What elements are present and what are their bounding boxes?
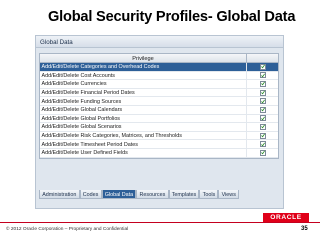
privilege-label: Add/Edit/Delete Financial Period Dates: [40, 88, 247, 97]
privileges-table: Privilege Add/Edit/Delete Categories and…: [39, 53, 279, 159]
checkmark-icon: [260, 99, 265, 103]
checkbox-column-header: [247, 54, 278, 62]
oracle-logo: ORACLE: [263, 213, 309, 222]
tab-codes[interactable]: Codes: [79, 190, 102, 199]
checkbox-cell: [247, 123, 278, 131]
privilege-checkbox[interactable]: [259, 123, 266, 130]
checkbox-cell: [247, 97, 278, 105]
table-row[interactable]: Add/Edit/Delete Risk Categories, Matrice…: [40, 131, 278, 141]
privilege-checkbox[interactable]: [259, 89, 266, 96]
checkbox-cell: [247, 149, 278, 157]
privilege-label: Add/Edit/Delete Risk Categories, Matrice…: [40, 131, 247, 140]
table-row[interactable]: Add/Edit/Delete Global Calendars: [40, 105, 278, 115]
global-data-panel: Global Data Privilege Add/Edit/Delete Ca…: [35, 35, 284, 209]
checkbox-cell: [247, 89, 278, 97]
privilege-label: Add/Edit/Delete Currencies: [40, 80, 247, 88]
tab-views[interactable]: Views: [218, 190, 240, 199]
privilege-label: Add/Edit/Delete Cost Accounts: [40, 71, 247, 80]
privilege-checkbox[interactable]: [259, 149, 266, 156]
checkbox-cell: [247, 63, 278, 71]
privilege-label: Add/Edit/Delete Global Scenarios: [40, 123, 247, 131]
table-row[interactable]: Add/Edit/Delete Funding Sources: [40, 97, 278, 106]
checkmark-icon: [260, 116, 265, 121]
footer-divider: [0, 222, 320, 223]
table-row[interactable]: Add/Edit/Delete Global Scenarios: [40, 123, 278, 132]
tab-resources[interactable]: Resources: [136, 190, 169, 199]
privilege-checkbox[interactable]: [259, 72, 266, 79]
privilege-label: Add/Edit/Delete User Defined Fields: [40, 148, 247, 157]
table-row[interactable]: Add/Edit/Delete Financial Period Dates: [40, 88, 278, 98]
checkmark-icon: [260, 142, 265, 146]
privilege-label: Add/Edit/Delete Global Portfolios: [40, 114, 247, 123]
privilege-checkbox[interactable]: [259, 106, 266, 113]
page-number: 35: [301, 226, 308, 232]
checkmark-icon: [260, 107, 265, 112]
checkmark-icon: [260, 64, 265, 69]
table-row[interactable]: Add/Edit/Delete Global Portfolios: [40, 114, 278, 124]
checkbox-cell: [247, 132, 278, 140]
tab-tools[interactable]: Tools: [199, 190, 219, 199]
privilege-checkbox[interactable]: [259, 141, 266, 148]
checkmark-icon: [260, 82, 265, 86]
checkmark-icon: [260, 73, 265, 78]
checkmark-icon: [260, 133, 265, 138]
checkmark-icon: [260, 90, 265, 95]
privilege-checkbox[interactable]: [259, 98, 266, 105]
panel-header: Global Data: [36, 36, 283, 48]
copyright-text: © 2012 Oracle Corporation – Proprietary …: [6, 227, 129, 232]
privilege-checkbox[interactable]: [259, 63, 266, 70]
bottom-tab-bar: Administration Codes Global Data Resources T…: [39, 190, 283, 199]
privilege-column-header[interactable]: Privilege: [40, 54, 247, 62]
table-header: Privilege: [40, 54, 278, 63]
table-body: Add/Edit/Delete Categories and Overhead …: [40, 63, 278, 158]
checkbox-cell: [247, 72, 278, 80]
privilege-checkbox[interactable]: [259, 80, 266, 87]
checkbox-cell: [247, 106, 278, 114]
privilege-label: Add/Edit/Delete Timesheet Period Dates: [40, 140, 247, 148]
tab-global-data[interactable]: Global Data: [101, 190, 137, 199]
privilege-label: Add/Edit/Delete Categories and Overhead …: [40, 63, 247, 71]
table-row[interactable]: Add/Edit/Delete User Defined Fields: [40, 148, 278, 158]
table-row[interactable]: Add/Edit/Delete Currencies: [40, 80, 278, 89]
checkmark-icon: [260, 125, 265, 129]
slide-title: Global Security Profiles- Global Data: [48, 9, 296, 25]
checkbox-cell: [247, 115, 278, 123]
tab-templates[interactable]: Templates: [168, 190, 200, 199]
table-row[interactable]: Add/Edit/Delete Categories and Overhead …: [40, 63, 278, 72]
checkbox-cell: [247, 140, 278, 148]
privilege-checkbox[interactable]: [259, 115, 266, 122]
privilege-label: Add/Edit/Delete Global Calendars: [40, 105, 247, 114]
table-row[interactable]: Add/Edit/Delete Cost Accounts: [40, 71, 278, 81]
privilege-checkbox[interactable]: [259, 132, 266, 139]
tab-administration[interactable]: Administration: [39, 190, 80, 199]
checkmark-icon: [260, 150, 265, 155]
checkbox-cell: [247, 80, 278, 88]
privilege-label: Add/Edit/Delete Funding Sources: [40, 97, 247, 105]
table-row[interactable]: Add/Edit/Delete Timesheet Period Dates: [40, 140, 278, 149]
